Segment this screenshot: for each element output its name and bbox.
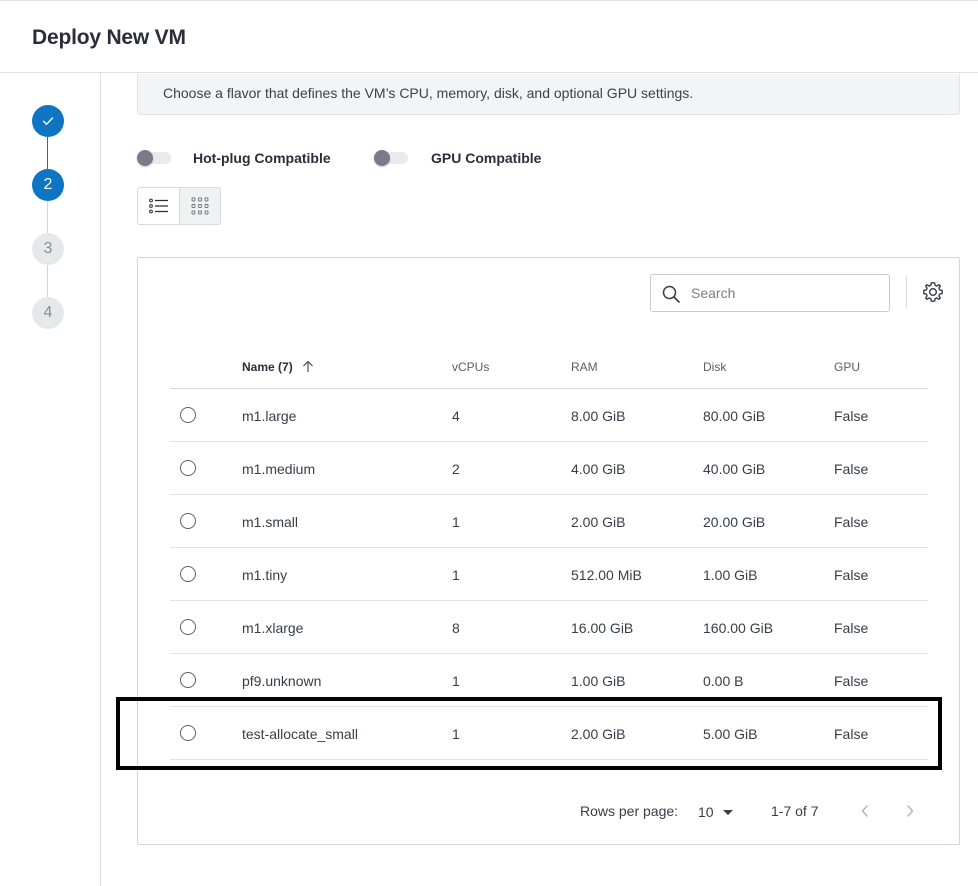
table-row[interactable]: pf9.unknown 1 1.00 GiB 0.00 B False <box>170 654 928 707</box>
chevron-right-icon <box>907 805 914 817</box>
row-select-radio[interactable] <box>180 672 196 688</box>
row-select-radio[interactable] <box>180 513 196 529</box>
cell-vcpus: 1 <box>452 567 460 583</box>
cell-gpu: False <box>834 620 869 636</box>
cell-name: m1.large <box>242 408 297 424</box>
hotplug-toggle[interactable] <box>137 150 171 166</box>
column-header-name[interactable]: Name (7) <box>242 360 314 374</box>
cell-ram: 1.00 GiB <box>571 673 626 689</box>
grid-view-button[interactable] <box>179 188 220 224</box>
cell-vcpus: 1 <box>452 514 460 530</box>
column-header-gpu[interactable]: GPU <box>834 360 860 374</box>
cell-gpu: False <box>834 726 869 742</box>
cell-disk: 40.00 GiB <box>703 461 766 477</box>
cell-ram: 16.00 GiB <box>571 620 634 636</box>
previous-page-button[interactable] <box>853 799 877 823</box>
table-row[interactable]: m1.xlarge 8 16.00 GiB 160.00 GiB False <box>170 601 928 654</box>
caret-down-icon <box>722 810 733 815</box>
cell-gpu: False <box>834 461 869 477</box>
row-select-radio[interactable] <box>180 725 196 741</box>
row-select-radio[interactable] <box>180 407 196 423</box>
rows-per-page-value: 10 <box>698 804 714 820</box>
cell-gpu: False <box>834 673 869 689</box>
column-header-name-label: Name (7) <box>242 360 293 374</box>
cell-name: pf9.unknown <box>242 673 322 689</box>
table-row[interactable]: m1.medium 2 4.00 GiB 40.00 GiB False <box>170 442 928 495</box>
cell-gpu: False <box>834 567 869 583</box>
cell-vcpus: 1 <box>452 726 460 742</box>
gpu-toggle-label[interactable]: GPU Compatible <box>431 150 541 166</box>
view-mode-toggle <box>137 187 221 225</box>
column-header-ram[interactable]: RAM <box>571 360 598 374</box>
cell-ram: 2.00 GiB <box>571 514 626 530</box>
cell-vcpus: 1 <box>452 673 460 689</box>
cell-disk: 0.00 B <box>703 673 744 689</box>
checkmark-icon <box>42 117 54 125</box>
flavor-table-card: Name (7) vCPUs RAM Disk GPU m1.large 4 8… <box>137 257 960 845</box>
toggle-knob <box>137 150 153 166</box>
step-2-number: 2 <box>43 176 53 193</box>
column-header-disk[interactable]: Disk <box>703 360 726 374</box>
cell-ram: 512.00 MiB <box>571 567 642 583</box>
cell-name: m1.tiny <box>242 567 288 583</box>
cell-name: m1.small <box>242 514 299 530</box>
cell-gpu: False <box>834 408 869 424</box>
step-3-number: 3 <box>43 240 53 257</box>
grid-view-icon <box>191 197 209 215</box>
pagination-range: 1-7 of 7 <box>771 803 819 819</box>
cell-disk: 20.00 GiB <box>703 514 766 530</box>
cell-disk: 5.00 GiB <box>703 726 758 742</box>
toggle-knob <box>374 150 390 166</box>
chevron-left-icon <box>861 805 868 817</box>
step-1-completed[interactable] <box>32 105 64 137</box>
toolbar-divider <box>906 276 907 308</box>
gear-icon[interactable] <box>921 280 945 304</box>
list-view-button[interactable] <box>138 188 179 224</box>
row-select-radio[interactable] <box>180 460 196 476</box>
cell-vcpus: 8 <box>452 620 460 636</box>
table-row[interactable]: test-allocate_small 1 2.00 GiB 5.00 GiB … <box>170 707 928 760</box>
rows-per-page-select[interactable]: 10 <box>698 801 738 823</box>
cell-name: test-allocate_small <box>242 726 358 742</box>
step-4-number: 4 <box>43 304 53 321</box>
gpu-toggle[interactable] <box>374 150 408 166</box>
table-row[interactable]: m1.small 1 2.00 GiB 20.00 GiB False <box>170 495 928 548</box>
page-title: Deploy New VM <box>32 26 186 49</box>
step-2-current[interactable]: 2 <box>32 169 64 201</box>
row-select-radio[interactable] <box>180 566 196 582</box>
search-box[interactable] <box>650 274 890 312</box>
sort-ascending-icon <box>303 360 313 372</box>
cell-ram: 8.00 GiB <box>571 408 626 424</box>
cell-vcpus: 4 <box>452 408 460 424</box>
step-3-pending[interactable]: 3 <box>32 233 64 265</box>
next-page-button[interactable] <box>898 799 922 823</box>
cell-disk: 160.00 GiB <box>703 620 774 636</box>
table-row[interactable]: m1.large 4 8.00 GiB 80.00 GiB False <box>170 389 928 442</box>
row-select-radio[interactable] <box>180 619 196 635</box>
cell-gpu: False <box>834 514 869 530</box>
cell-vcpus: 2 <box>452 461 460 477</box>
hotplug-toggle-label[interactable]: Hot-plug Compatible <box>193 150 331 166</box>
cell-ram: 2.00 GiB <box>571 726 626 742</box>
top-bar: Deploy New VM <box>0 0 978 73</box>
wizard-stepper: 2 3 4 <box>0 73 101 886</box>
search-input[interactable] <box>691 283 881 303</box>
info-banner: Choose a flavor that defines the VM’s CP… <box>137 74 960 115</box>
table-row[interactable]: m1.tiny 1 512.00 MiB 1.00 GiB False <box>170 548 928 601</box>
info-text: Choose a flavor that defines the VM’s CP… <box>163 85 694 101</box>
list-view-icon <box>148 198 168 214</box>
step-4-pending[interactable]: 4 <box>32 297 64 329</box>
cell-disk: 80.00 GiB <box>703 408 766 424</box>
cell-name: m1.xlarge <box>242 620 304 636</box>
cell-disk: 1.00 GiB <box>703 567 758 583</box>
cell-name: m1.medium <box>242 461 316 477</box>
rows-per-page-label: Rows per page: <box>580 803 679 819</box>
cell-ram: 4.00 GiB <box>571 461 626 477</box>
search-icon <box>662 285 680 303</box>
column-header-vcpus[interactable]: vCPUs <box>452 360 489 374</box>
